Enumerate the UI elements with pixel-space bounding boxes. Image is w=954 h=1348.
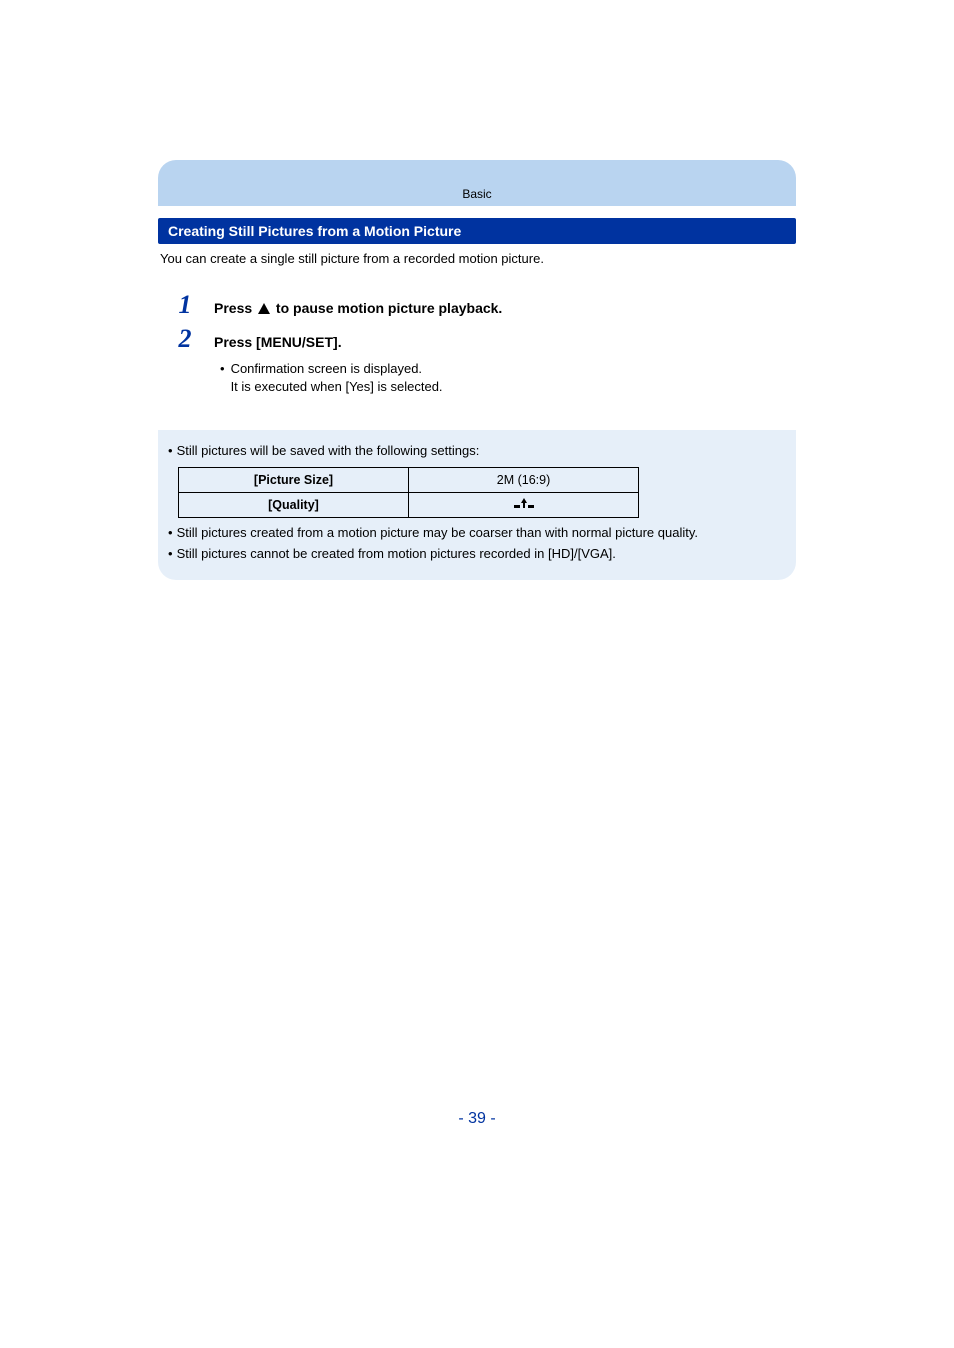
bullet-dot: • [168, 524, 173, 543]
notes-panel: • Still pictures will be saved with the … [158, 430, 796, 580]
note-1: Still pictures will be saved with the fo… [177, 442, 480, 461]
bullet-dot: • [168, 442, 173, 461]
step-2: 2 Press [MENU/SET]. [158, 324, 796, 354]
step-sub-bullets: • Confirmation screen is displayed. It i… [220, 360, 796, 396]
step-1-post: to pause motion picture playback. [272, 300, 502, 316]
intro-text: You can create a single still picture fr… [160, 250, 794, 268]
step-1: 1 Press to pause motion picture playback… [158, 290, 796, 320]
bullet-dot: • [168, 545, 173, 564]
page-number: - 39 - [158, 1110, 796, 1128]
cell-quality-value [409, 492, 639, 517]
steps-list: 1 Press to pause motion picture playback… [158, 290, 796, 396]
step-number: 2 [172, 324, 198, 354]
sub-line-1: Confirmation screen is displayed. [231, 360, 443, 378]
section-header: Basic [158, 160, 796, 206]
settings-table: [Picture Size] 2M (16:9) [Quality] [178, 467, 639, 518]
step-number: 1 [172, 290, 198, 320]
quality-standard-icon [514, 497, 534, 509]
section-label: Basic [158, 187, 796, 201]
note-2: Still pictures created from a motion pic… [177, 524, 698, 543]
cell-picture-size-value: 2M (16:9) [409, 467, 639, 492]
sub-line-2: It is executed when [Yes] is selected. [231, 378, 443, 396]
table-row: [Picture Size] 2M (16:9) [179, 467, 639, 492]
cell-quality-label: [Quality] [179, 492, 409, 517]
step-text: Press [MENU/SET]. [214, 334, 342, 350]
page-title: Creating Still Pictures from a Motion Pi… [158, 218, 796, 244]
step-text: Press to pause motion picture playback. [214, 300, 502, 316]
table-row: [Quality] [179, 492, 639, 517]
step-1-pre: Press [214, 300, 256, 316]
note-3: Still pictures cannot be created from mo… [177, 545, 616, 564]
cell-picture-size-label: [Picture Size] [179, 467, 409, 492]
up-arrow-icon [258, 303, 270, 314]
bullet-dot: • [220, 360, 225, 396]
